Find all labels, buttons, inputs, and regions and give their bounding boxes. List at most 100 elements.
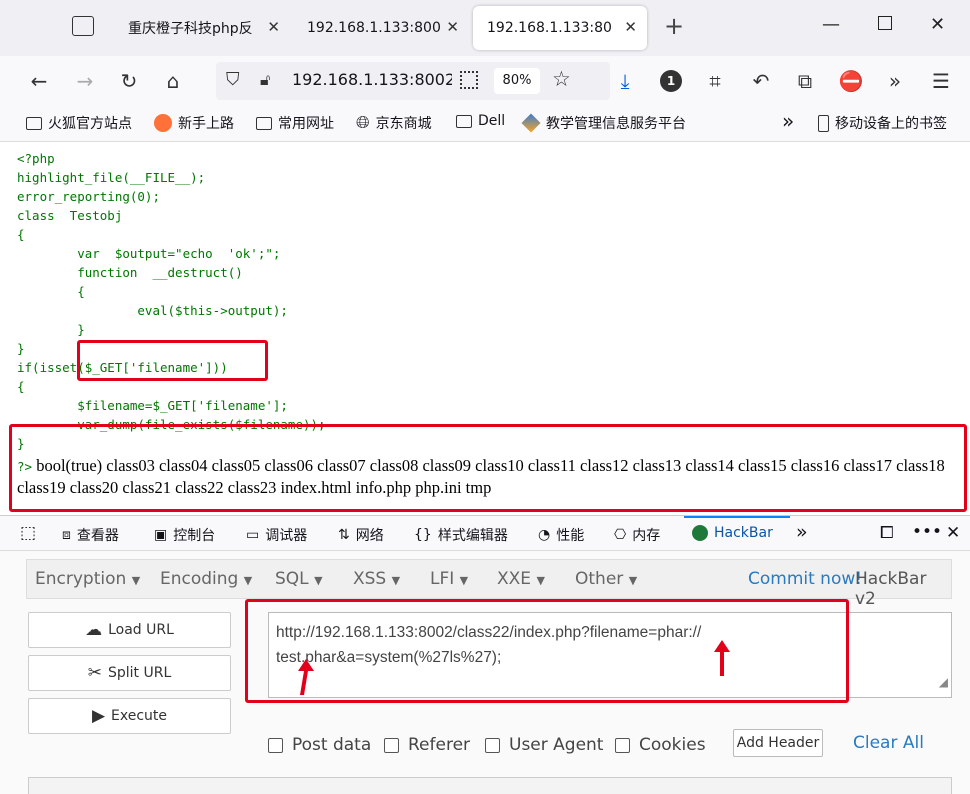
tab-label: 重庆橙子科技php反 xyxy=(128,21,253,37)
devtools-more-chevron[interactable]: » xyxy=(796,521,808,543)
home-icon[interactable]: ⌂ xyxy=(158,66,188,96)
post-data-checkbox[interactable] xyxy=(268,737,283,753)
hackbar-menu: Encryption ▼ Encoding ▼ SQL ▼ XSS ▼ LFI … xyxy=(26,559,952,609)
adblock-icon[interactable]: ⛔ xyxy=(836,66,866,96)
menu-other[interactable]: Other ▼ xyxy=(575,569,637,589)
url-text[interactable]: 192.168.1.133:8002 xyxy=(292,70,452,89)
tab-hackbar[interactable]: HackBar xyxy=(692,525,773,541)
globe-icon: 🌐︎ xyxy=(356,113,370,133)
bookmarks-more-chevron[interactable]: » xyxy=(782,109,794,133)
menu-xxe[interactable]: XXE ▼ xyxy=(497,569,545,589)
caret-down-icon: ▼ xyxy=(536,574,545,587)
close-tab-icon[interactable]: ✕ xyxy=(624,18,637,36)
referer-option[interactable]: Referer xyxy=(384,735,470,755)
clear-all-link[interactable]: Clear All xyxy=(853,733,924,753)
source-line: function __destruct() xyxy=(17,265,243,280)
close-devtools-icon[interactable]: ✕ xyxy=(946,523,960,543)
highlight-box-url xyxy=(245,599,849,703)
console-icon: ▣ xyxy=(154,527,168,543)
crop-icon[interactable]: ⌗ xyxy=(700,66,730,96)
new-tab-button[interactable]: + xyxy=(664,12,684,40)
bookmark-dell[interactable]: Dell xyxy=(456,113,505,129)
menu-lfi[interactable]: LFI ▼ xyxy=(430,569,468,589)
menu-encoding[interactable]: Encoding ▼ xyxy=(160,569,252,589)
caret-down-icon: ▼ xyxy=(314,574,323,587)
bookmark-mobile[interactable]: 移动设备上的书签 xyxy=(818,113,947,133)
menu-encryption[interactable]: Encryption ▼ xyxy=(35,569,140,589)
zoom-level[interactable]: 80% xyxy=(494,68,540,94)
highlight-box-output xyxy=(9,424,967,512)
tab-debugger[interactable]: ▭ 调试器 xyxy=(246,525,307,545)
menu-xss[interactable]: XSS ▼ xyxy=(353,569,400,589)
bookmark-common-sites[interactable]: 常用网址 xyxy=(256,113,334,133)
execute-button[interactable]: ▶ Execute xyxy=(28,698,231,734)
bookmark-star-icon[interactable]: ☆ xyxy=(552,67,571,91)
inspector-icon: ⧈ xyxy=(62,527,71,543)
menu-sql[interactable]: SQL ▼ xyxy=(275,569,323,589)
caret-down-icon: ▼ xyxy=(628,574,638,587)
bookmark-jd[interactable]: 🌐︎ 京东商城 xyxy=(356,113,432,133)
bookmark-teaching-platform[interactable]: 教学管理信息服务平台 xyxy=(521,113,686,133)
resize-handle-icon[interactable]: ◢ xyxy=(939,670,948,695)
add-header-button[interactable]: Add Header xyxy=(733,729,823,757)
bookmark-getting-started[interactable]: 新手上路 xyxy=(154,113,234,133)
bookmark-firefox-official[interactable]: 火狐官方站点 xyxy=(26,113,132,133)
referer-checkbox[interactable] xyxy=(384,737,399,753)
source-line: highlight_file(__FILE__); xyxy=(17,170,206,185)
reload-icon[interactable]: ↻ xyxy=(114,66,144,96)
user-agent-option[interactable]: User Agent xyxy=(485,735,603,755)
folder-icon xyxy=(26,116,42,130)
source-line: $filename=$_GET['filename']; xyxy=(17,398,288,413)
close-tab-icon[interactable]: ✕ xyxy=(446,18,459,36)
qr-code-icon[interactable] xyxy=(460,71,478,89)
network-icon: ⇅ xyxy=(338,527,350,543)
overflow-chevron-icon[interactable]: » xyxy=(880,66,910,96)
shield-icon[interactable]: ⛉ xyxy=(226,69,240,90)
forward-icon[interactable]: → xyxy=(70,66,100,96)
performance-icon: ◔ xyxy=(538,527,551,543)
cookies-option[interactable]: Cookies xyxy=(615,735,706,755)
minimize-icon[interactable]: — xyxy=(822,14,840,35)
more-options-icon[interactable]: ••• xyxy=(912,522,942,542)
close-window-icon[interactable]: ✕ xyxy=(930,14,945,35)
undo-icon[interactable]: ↶ xyxy=(746,66,776,96)
bookmarks-toolbar: 火狐官方站点 新手上路 常用网址 🌐︎ 京东商城 Dell 教学管理信息服务平台… xyxy=(0,106,970,142)
download-icon[interactable]: ⤓ xyxy=(610,66,640,96)
tab-inspector[interactable]: ⧈ 查看器 xyxy=(62,525,119,545)
menu-icon[interactable]: ☰ xyxy=(926,66,956,96)
tab-list-icon[interactable] xyxy=(72,16,94,36)
tab-style-editor[interactable]: {} 样式编辑器 xyxy=(414,525,508,545)
tab-console[interactable]: ▣ 控制台 xyxy=(154,525,215,545)
page-content: <?php highlight_file(__FILE__); error_re… xyxy=(0,143,970,515)
post-data-area-edge xyxy=(28,777,952,794)
source-line: { xyxy=(17,227,25,242)
tab-label: 192.168.1.133:8002 xyxy=(307,20,441,36)
commit-now-link[interactable]: Commit now! xyxy=(748,569,862,589)
close-tab-icon[interactable]: ✕ xyxy=(267,18,280,36)
devtools-toolbar: ⬚ ⧈ 查看器 ▣ 控制台 ▭ 调试器 ⇅ 网络 {} 样式编辑器 ◔ 性能 ⎔… xyxy=(0,515,970,551)
extension-badge[interactable]: 1 xyxy=(660,70,682,92)
post-data-option[interactable]: Post data xyxy=(268,735,371,755)
hackbar-tab-underline xyxy=(684,516,790,518)
firefox-icon xyxy=(154,114,172,132)
tab-ip-2-active[interactable]: 192.168.1.133:8002 ✕ xyxy=(473,6,647,50)
back-icon[interactable]: ← xyxy=(24,66,54,96)
tab-ip-1[interactable]: 192.168.1.133:8002 ✕ xyxy=(293,6,469,50)
split-url-button[interactable]: ✂ Split URL xyxy=(28,655,231,691)
source-line: error_reporting(0); xyxy=(17,189,160,204)
tab-memory[interactable]: ⎔ 内存 xyxy=(614,525,660,545)
maximize-icon[interactable] xyxy=(878,16,892,30)
cookies-checkbox[interactable] xyxy=(615,737,630,753)
cloud-download-icon: ☁ xyxy=(85,620,103,640)
tab-network[interactable]: ⇅ 网络 xyxy=(338,525,384,545)
url-bar[interactable]: ⛉ 🔓︎ 192.168.1.133:8002 80% ☆ xyxy=(216,62,610,100)
element-picker-icon[interactable]: ⬚ xyxy=(20,523,36,543)
dock-side-icon[interactable]: ⧠ xyxy=(880,523,894,543)
user-agent-checkbox[interactable] xyxy=(485,737,500,753)
insecure-lock-icon[interactable]: 🔓︎ xyxy=(260,70,270,90)
extensions-icon[interactable]: ⧉ xyxy=(790,66,820,96)
tab-performance[interactable]: ◔ 性能 xyxy=(538,525,584,545)
caret-down-icon: ▼ xyxy=(391,574,401,587)
tab-chongqing[interactable]: 重庆橙子科技php反 ✕ xyxy=(114,6,290,50)
load-url-button[interactable]: ☁ Load URL xyxy=(28,612,231,648)
